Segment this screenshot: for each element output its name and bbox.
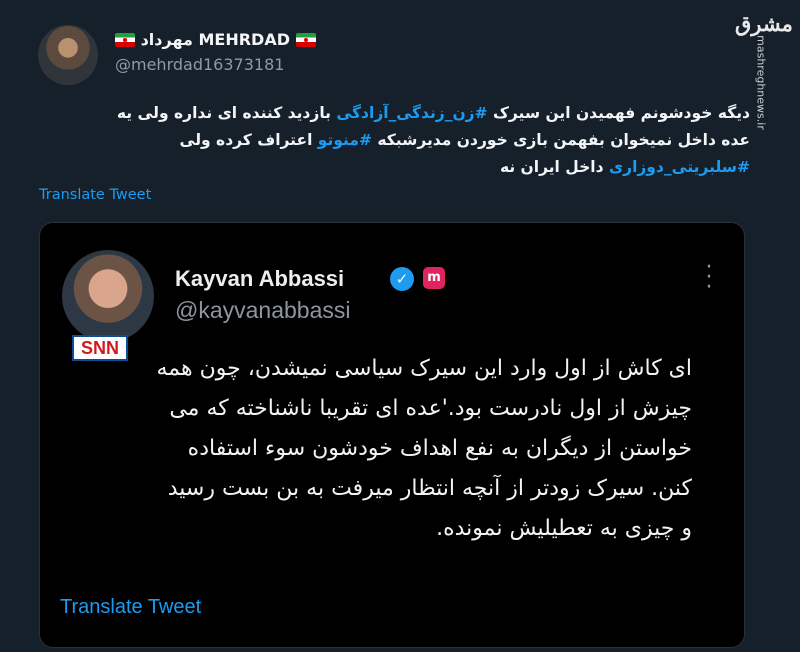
quoted-tweet-text: ای کاش از اول وارد این سیرک سیاسی نمیشدن…	[70, 349, 693, 549]
tweet-text-line: دیگه خودشونم فهمیدن این سیرک #زن_زندگی_آ…	[116, 104, 750, 122]
quoted-tweet-card[interactable]: SNN Kayvan Abbassi ✓ m @kayvanabbassi · ·…	[39, 222, 745, 648]
quoted-author-name[interactable]: Kayvan Abbassi	[175, 266, 344, 292]
translate-tweet-link[interactable]: Translate Tweet	[39, 187, 151, 203]
more-options-icon[interactable]: · · ·	[702, 257, 716, 299]
iran-flag-icon	[115, 33, 135, 47]
quoted-text-line: کنن. سیرک زودتر از آنچه انتظار میرفت به …	[167, 476, 692, 501]
tweet: مهرداد MEHRDAD @mehrdad16373181 مشرق mas…	[0, 0, 800, 652]
iran-flag-icon	[295, 33, 316, 47]
quoted-text-line: ای کاش از اول وارد این سیرک سیاسی نمیشدن…	[156, 356, 693, 381]
tweet-text-line: #سلبریتی_دوزاری داخل ایران نه	[499, 158, 750, 176]
author-name-latin: MEHRDAD	[198, 30, 290, 49]
quoted-text-line: خواستن از دیگران به نفع اهداف خودشون سوء…	[187, 436, 692, 461]
author-handle[interactable]: @mehrdad16373181	[115, 55, 284, 74]
tweet-text-line: عده داخل نمیخوان بفهمن بازی خوردن مدیرشب…	[179, 131, 750, 149]
author-avatar[interactable]	[38, 25, 98, 85]
tweet-text: دیگه خودشونم فهمیدن این سیرک #زن_زندگی_آ…	[40, 100, 750, 181]
hashtag-link[interactable]: #سلبریتی_دوزاری	[609, 158, 750, 176]
quoted-author-handle[interactable]: @kayvanabbassi	[175, 297, 351, 324]
hashtag-link[interactable]: #زن_زندگی_آزادگی	[336, 104, 487, 122]
verified-check-icon: ✓	[390, 267, 414, 291]
quoted-translate-tweet-link[interactable]: Translate Tweet	[60, 596, 201, 619]
author-display-name[interactable]: مهرداد MEHRDAD	[115, 30, 316, 49]
watermark-site: mashreghnews.ir	[754, 35, 768, 130]
quoted-text-line: و چیزی به تعطیلیش نمونده.	[436, 516, 692, 541]
quoted-author-avatar[interactable]	[62, 250, 154, 342]
author-name-persian: مهرداد	[140, 30, 193, 49]
hashtag-link[interactable]: #منوتو	[318, 131, 372, 149]
quoted-text-line: چیزش از اول نادرست بود.'عده ای تقریبا نا…	[169, 396, 692, 421]
affiliate-badge-icon: m	[423, 267, 445, 289]
